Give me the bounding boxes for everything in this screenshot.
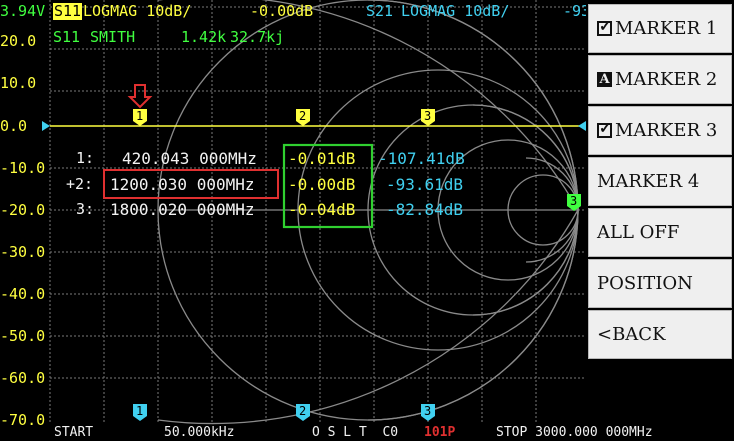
y-axis-label: -60.0: [0, 369, 46, 387]
marker-menu: MARKER 1 A MARKER 2 MARKER 3 MARKER 4 AL…: [586, 0, 734, 440]
menu-item-label: MARKER 1: [615, 18, 718, 39]
vna-screen[interactable]: 1 2 3 1 2 3 3 20.0 10.0 0.0 -10.0 -20.0 …: [0, 0, 586, 440]
status-footer: START 50.000kHz O S L T C0 101P STOP 300…: [0, 424, 734, 440]
start-label: START: [54, 425, 94, 440]
menu-item-label: MARKER 3: [615, 120, 718, 141]
menu-item-label: MARKER 4: [597, 171, 700, 192]
trace3-channel[interactable]: S21: [366, 3, 393, 20]
checkbox-checked-icon: [597, 122, 612, 138]
sweep-points: 101P: [424, 425, 456, 440]
y-axis-label: 10.0: [0, 74, 37, 92]
marker-tag-label-2-bottom: 2: [299, 404, 307, 418]
marker-s21: -82.84dB: [386, 200, 464, 219]
marker-label: +2:: [66, 175, 94, 193]
trace3-value: -93: [563, 2, 586, 20]
y-axis-label: -40.0: [0, 285, 46, 303]
marker-label: 3:: [76, 200, 95, 218]
marker-s11: -0.04dB: [288, 200, 356, 219]
trace1-value: -0.00dB: [250, 2, 314, 20]
marker-freq: 1800.020 000MHz: [110, 200, 255, 219]
y-axis-label: -30.0: [0, 243, 46, 261]
calibration-status: O S L T C0: [312, 425, 399, 440]
plot-grid: [42, 0, 586, 425]
start-frequency: 50.000kHz: [164, 425, 235, 440]
menu-marker-4-button[interactable]: MARKER 4: [588, 157, 732, 206]
marker-s21: -107.41dB: [378, 149, 465, 168]
marker-tag-label-1: 1: [136, 109, 144, 123]
marker-tag-label-1-bottom: 1: [136, 404, 144, 418]
menu-back-button[interactable]: <BACK: [588, 310, 732, 359]
marker-freq: 420.043 000MHz: [122, 149, 257, 168]
trace2-channel[interactable]: S11: [53, 29, 80, 46]
smith-marker-tag-label: 3: [570, 194, 578, 208]
menu-item-label: ALL OFF: [597, 222, 680, 243]
menu-item-label: POSITION: [597, 273, 693, 294]
trace2-resistance: 1.42k: [181, 28, 227, 46]
checkbox-active-icon: A: [597, 72, 612, 87]
y-axis-label: 0.0: [0, 117, 28, 135]
trace2-format: SMITH: [90, 28, 136, 46]
trace1-format: LOGMAG 10dB/: [83, 2, 192, 20]
marker-freq: 1200.030 000MHz: [110, 175, 255, 194]
marker-s21: -93.61dB: [386, 175, 464, 194]
y-axis-label: -10.0: [0, 159, 46, 177]
marker-s11: -0.01dB: [288, 149, 356, 168]
menu-item-label: MARKER 2: [615, 69, 718, 90]
marker-tag-label-3: 3: [424, 109, 432, 123]
trace2-reactance: 32.7kj: [230, 28, 285, 46]
trace1-channel-badge[interactable]: S11: [53, 3, 83, 20]
y-axis-label: 20.0: [0, 32, 37, 50]
menu-marker-1-button[interactable]: MARKER 1: [588, 4, 732, 53]
menu-position-button[interactable]: POSITION: [588, 259, 732, 308]
checkbox-checked-icon: [597, 20, 612, 36]
marker-tag-label-2: 2: [299, 109, 307, 123]
marker-tag-label-3-bottom: 3: [424, 404, 432, 418]
marker-s11: -0.00dB: [288, 175, 356, 194]
battery-voltage: 3.94V: [0, 2, 46, 20]
menu-marker-2-button[interactable]: A MARKER 2: [588, 55, 732, 104]
menu-marker-3-button[interactable]: MARKER 3: [588, 106, 732, 155]
menu-item-label: <BACK: [597, 324, 666, 345]
marker-label: 1:: [76, 149, 95, 167]
menu-all-off-button[interactable]: ALL OFF: [588, 208, 732, 257]
stop-frequency: STOP 3000.000 000MHz: [496, 425, 653, 440]
reference-arrow-right: [578, 121, 586, 131]
red-arrow-icon: [127, 84, 153, 109]
y-axis-label: -50.0: [0, 327, 46, 345]
trace3-format: LOGMAG 10dB/: [401, 2, 510, 20]
y-axis-label: -20.0: [0, 201, 46, 219]
